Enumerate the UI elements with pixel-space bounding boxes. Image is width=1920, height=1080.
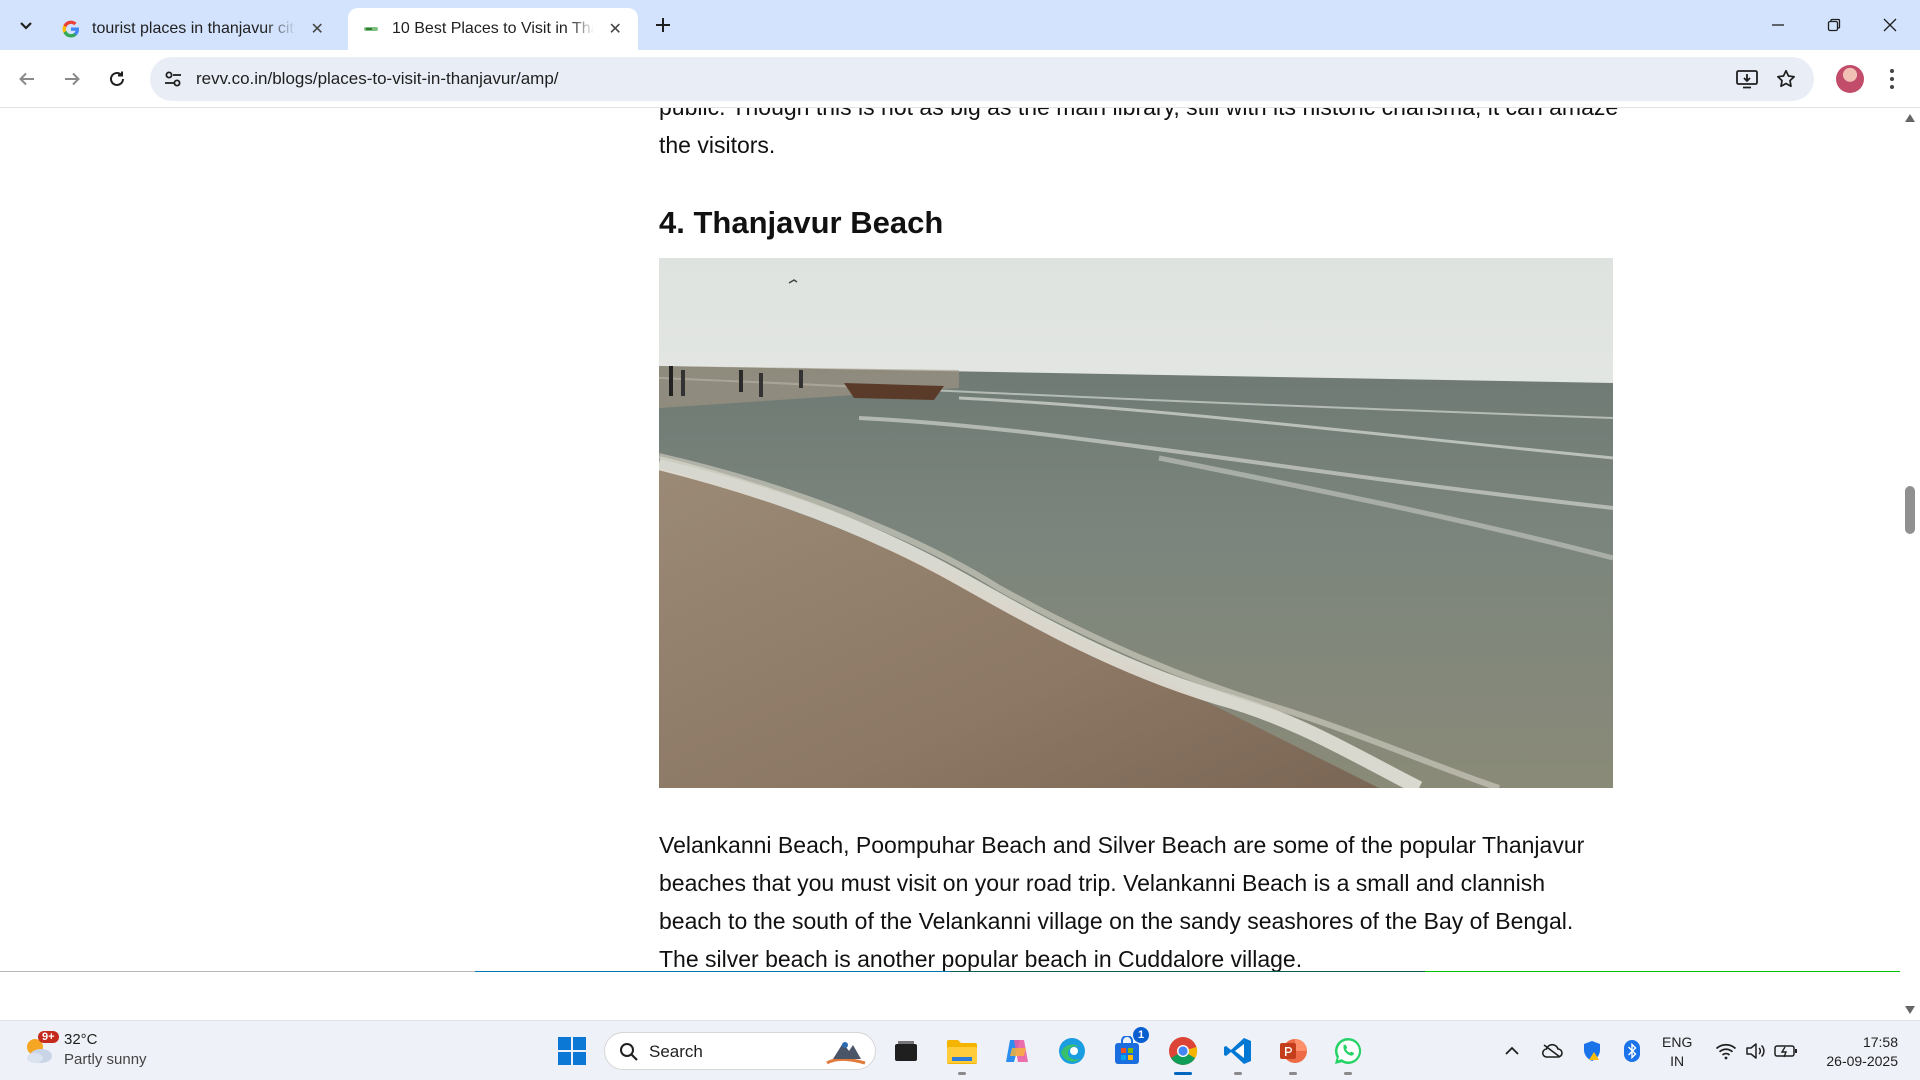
close-window-button[interactable] bbox=[1862, 0, 1918, 50]
taskbar-copilot[interactable] bbox=[999, 1033, 1035, 1069]
windows-taskbar: 9+ 32°C Partly sunny Search 1 ENG IN 17:… bbox=[0, 1020, 1920, 1080]
profile-avatar[interactable] bbox=[1836, 65, 1864, 93]
restore-button[interactable] bbox=[1806, 0, 1862, 50]
reload-icon bbox=[110, 71, 124, 86]
article-paragraph-beach: Velankanni Beach, Poompuhar Beach and Si… bbox=[659, 832, 1585, 972]
tab-title: tourist places in thanjavur city - Go bbox=[92, 20, 296, 37]
browser-menu-button[interactable] bbox=[1880, 64, 1904, 94]
bookmark-star-icon[interactable] bbox=[1774, 67, 1798, 91]
new-tab-button[interactable] bbox=[648, 10, 678, 40]
edge-icon bbox=[1059, 1038, 1085, 1064]
reload-button[interactable] bbox=[101, 63, 133, 95]
partly-sunny-icon: 9+ bbox=[22, 1031, 59, 1067]
scroll-up-arrow-icon[interactable] bbox=[1905, 114, 1915, 122]
plus-icon bbox=[656, 18, 670, 32]
beach-photo bbox=[659, 258, 1613, 788]
taskbar-search[interactable]: Search bbox=[604, 1032, 876, 1070]
page-viewport: public. Though this is not as big as the… bbox=[0, 108, 1900, 972]
arrow-left-icon bbox=[19, 72, 34, 86]
copilot-icon bbox=[1006, 1040, 1028, 1062]
address-bar[interactable]: revv.co.in/blogs/places-to-visit-in-than… bbox=[150, 57, 1814, 101]
task-view-button[interactable] bbox=[888, 1033, 924, 1069]
search-icon bbox=[620, 1043, 638, 1061]
scroll-down-arrow-icon[interactable] bbox=[1905, 1006, 1915, 1014]
share-linkedin-button[interactable] bbox=[475, 971, 950, 972]
show-hidden-icons-button[interactable] bbox=[1500, 1039, 1524, 1063]
arrow-right-icon bbox=[65, 72, 80, 86]
chevron-up-icon bbox=[1505, 1046, 1519, 1055]
taskbar-vscode[interactable] bbox=[1220, 1033, 1256, 1075]
chevron-down-icon bbox=[20, 22, 32, 30]
tab-revv-article[interactable]: 10 Best Places to Visit in Thanjavur ✕ bbox=[348, 8, 638, 50]
share-gmail-button[interactable] bbox=[0, 971, 475, 972]
start-button[interactable] bbox=[554, 1033, 590, 1069]
weather-condition: Partly sunny bbox=[64, 1051, 147, 1068]
paragraph-line: public. Though this is not as big as the… bbox=[659, 108, 1619, 126]
close-tab-icon[interactable]: ✕ bbox=[308, 19, 326, 39]
windows-logo-icon bbox=[558, 1037, 586, 1065]
wifi-icon[interactable] bbox=[1714, 1039, 1738, 1063]
section-heading: 4. Thanjavur Beach bbox=[659, 205, 944, 240]
tab-google-search[interactable]: tourist places in thanjavur city - Go ✕ bbox=[48, 8, 340, 50]
search-label: Search bbox=[649, 1042, 703, 1061]
bluetooth-icon[interactable] bbox=[1620, 1039, 1644, 1063]
weather-temp: 32°C bbox=[64, 1031, 98, 1048]
minimize-button[interactable] bbox=[1750, 0, 1806, 50]
google-g-icon bbox=[62, 20, 80, 38]
powerpoint-icon bbox=[1280, 1039, 1307, 1063]
scrollbar-thumb[interactable] bbox=[1905, 486, 1915, 534]
vscode-icon bbox=[1224, 1038, 1251, 1064]
url-text[interactable]: revv.co.in/blogs/places-to-visit-in-than… bbox=[196, 69, 559, 89]
store-badge: 1 bbox=[1133, 1027, 1149, 1043]
taskbar-whatsapp[interactable] bbox=[1330, 1033, 1366, 1075]
system-clock[interactable]: 17:58 26-09-2025 bbox=[1812, 1033, 1898, 1071]
volume-icon[interactable] bbox=[1744, 1039, 1768, 1063]
install-app-icon[interactable] bbox=[1735, 67, 1759, 91]
search-highlight-icon bbox=[826, 1042, 866, 1065]
clock-time: 17:58 bbox=[1862, 1034, 1898, 1050]
forward-button[interactable] bbox=[56, 63, 88, 95]
tab-strip: tourist places in thanjavur city - Go ✕ … bbox=[0, 0, 1920, 50]
site-info-icon[interactable] bbox=[162, 68, 184, 90]
taskbar-file-explorer[interactable] bbox=[944, 1033, 980, 1075]
taskbar-store[interactable]: 1 bbox=[1109, 1027, 1149, 1069]
share-whatsapp-button[interactable] bbox=[950, 971, 1425, 972]
tab-title: 10 Best Places to Visit in Thanjavur bbox=[392, 20, 594, 37]
paragraph-line: the visitors. bbox=[659, 132, 776, 158]
vertical-scrollbar[interactable] bbox=[1900, 108, 1920, 1020]
battery-icon[interactable] bbox=[1774, 1039, 1798, 1063]
task-view-icon bbox=[895, 1041, 917, 1061]
security-shield-icon[interactable] bbox=[1580, 1039, 1604, 1063]
close-icon bbox=[1883, 18, 1897, 32]
tab-search-button[interactable] bbox=[10, 9, 42, 41]
whatsapp-icon bbox=[1334, 1037, 1362, 1064]
browser-toolbar: revv.co.in/blogs/places-to-visit-in-than… bbox=[0, 50, 1920, 108]
onedrive-icon[interactable] bbox=[1540, 1039, 1564, 1063]
article-paragraph-previous: public. Though this is not as big as the… bbox=[659, 108, 1619, 164]
minimize-icon bbox=[1772, 24, 1784, 26]
taskbar-edge[interactable] bbox=[1054, 1033, 1090, 1069]
weather-badge: 9+ bbox=[38, 1031, 59, 1043]
clock-date: 26-09-2025 bbox=[1826, 1053, 1898, 1069]
taskbar-powerpoint[interactable] bbox=[1275, 1033, 1311, 1075]
taskbar-chrome[interactable] bbox=[1165, 1033, 1201, 1075]
revv-favicon bbox=[362, 20, 380, 38]
input-language-indicator[interactable]: ENG IN bbox=[1662, 1033, 1692, 1071]
folder-icon bbox=[947, 1040, 977, 1064]
close-tab-icon[interactable]: ✕ bbox=[606, 19, 624, 39]
chrome-icon bbox=[1169, 1037, 1198, 1065]
share-bar bbox=[0, 971, 1900, 972]
restore-icon bbox=[1827, 18, 1841, 32]
weather-widget[interactable]: 9+ 32°C Partly sunny bbox=[22, 1030, 147, 1070]
share-line-button[interactable] bbox=[1425, 971, 1900, 972]
back-button[interactable] bbox=[11, 63, 43, 95]
